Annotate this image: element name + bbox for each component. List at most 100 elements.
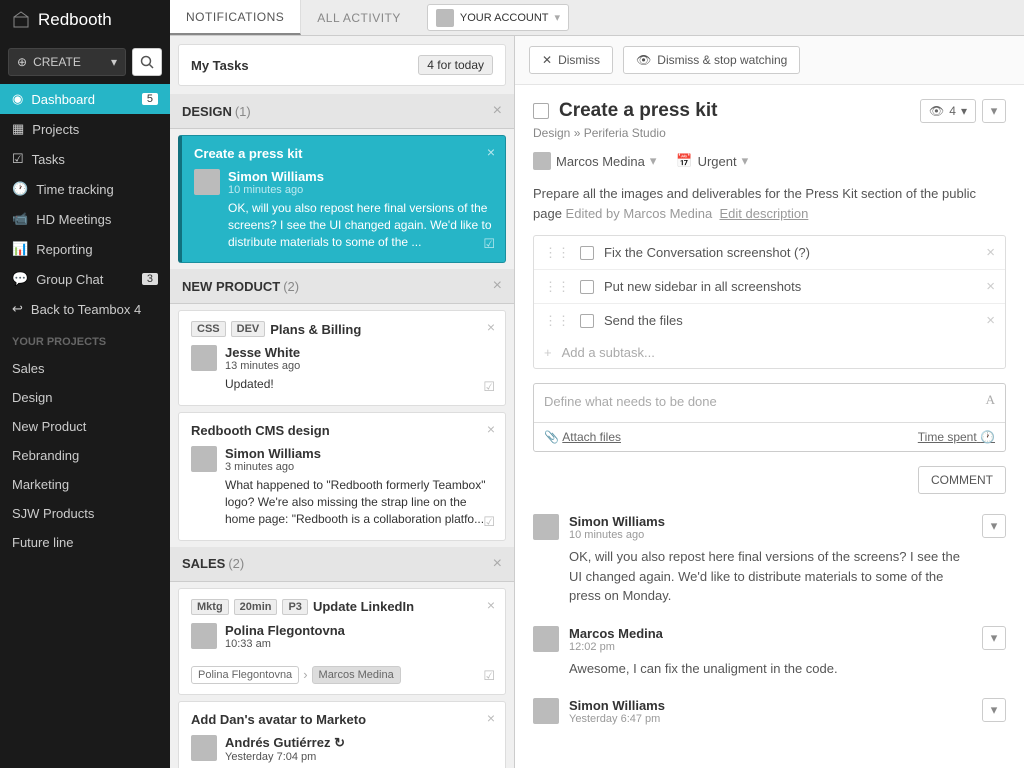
comment-time: Yesterday 6:47 pm xyxy=(569,713,972,725)
group-name: NEW PRODUCT xyxy=(182,279,280,294)
comment-input[interactable]: Define what needs to be done xyxy=(534,384,1005,422)
message-preview: OK, will you also repost here final vers… xyxy=(228,200,493,250)
avatar xyxy=(191,623,217,649)
comment-text: Awesome, I can fix the unaligment in the… xyxy=(569,659,972,679)
sidebar-item-dashboard[interactable]: ◉Dashboard5 xyxy=(0,84,170,114)
comment-author: Marcos Medina xyxy=(569,626,972,641)
comment-more-button[interactable]: ▾ xyxy=(982,514,1006,538)
author-name: Simon Williams xyxy=(225,446,493,461)
timestamp: Yesterday 7:04 pm xyxy=(225,751,493,763)
close-icon[interactable]: × xyxy=(493,277,502,295)
more-button[interactable]: ▾ xyxy=(982,99,1006,123)
delete-icon[interactable]: × xyxy=(986,312,995,329)
sidebar-item-projects[interactable]: ▦Projects xyxy=(0,114,170,144)
nav-label: Projects xyxy=(32,122,79,137)
comment-more-button[interactable]: ▾ xyxy=(982,626,1006,650)
close-icon[interactable]: × xyxy=(487,421,495,437)
sidebar-item-back-to-teambox-4[interactable]: ↩Back to Teambox 4 xyxy=(0,294,170,324)
comment-more-button[interactable]: ▾ xyxy=(982,698,1006,722)
close-icon[interactable]: × xyxy=(487,319,495,335)
description: Prepare all the images and deliverables … xyxy=(515,184,1024,235)
sidebar-item-group-chat[interactable]: 💬Group Chat3 xyxy=(0,264,170,294)
avatar xyxy=(533,626,559,652)
project-future-line[interactable]: Future line xyxy=(0,528,170,557)
close-icon[interactable]: × xyxy=(487,710,495,726)
tab-all-activity[interactable]: ALL ACTIVITY xyxy=(301,0,417,35)
task-card[interactable]: × Create a press kit Simon Williams 10 m… xyxy=(178,135,506,263)
sidebar-item-reporting[interactable]: 📊Reporting xyxy=(0,234,170,264)
breadcrumb-list[interactable]: Periferia Studio xyxy=(584,126,666,140)
sidebar-item-tasks[interactable]: ☑Tasks xyxy=(0,144,170,174)
close-icon[interactable]: × xyxy=(487,597,495,613)
sidebar-item-time-tracking[interactable]: 🕐Time tracking xyxy=(0,174,170,204)
sidebar-item-hd-meetings[interactable]: 📹HD Meetings xyxy=(0,204,170,234)
breadcrumb: Design » Periferia Studio xyxy=(533,126,1006,140)
project-design[interactable]: Design xyxy=(0,383,170,412)
subtask-text[interactable]: Fix the Conversation screenshot (?) xyxy=(604,245,976,260)
delete-icon[interactable]: × xyxy=(986,244,995,261)
tag: P3 xyxy=(282,599,307,615)
nav-label: Dashboard xyxy=(31,92,95,107)
dismiss-button[interactable]: ✕Dismiss xyxy=(529,46,613,74)
assignee-dropdown[interactable]: Marcos Medina ▾ xyxy=(533,152,656,170)
project-sjw-products[interactable]: SJW Products xyxy=(0,499,170,528)
task-card[interactable]: × Mktg20minP3Update LinkedIn Polina Fleg… xyxy=(178,588,506,695)
my-tasks-header[interactable]: My Tasks 4 for today xyxy=(178,44,506,86)
task-checkbox[interactable] xyxy=(533,103,549,119)
avatar xyxy=(533,152,551,170)
drag-handle-icon[interactable]: ⋮⋮ xyxy=(544,313,570,329)
badge: 3 xyxy=(142,273,158,285)
check-icon: ☑ xyxy=(483,668,495,684)
subtask-checkbox[interactable] xyxy=(580,280,594,294)
project-rebranding[interactable]: Rebranding xyxy=(0,441,170,470)
subtask-checkbox[interactable] xyxy=(580,314,594,328)
comment-author: Simon Williams xyxy=(569,514,972,529)
message-preview: What happened to "Redbooth formerly Team… xyxy=(225,477,493,527)
task-card[interactable]: × CSSDEVPlans & Billing Jesse White 13 m… xyxy=(178,310,506,406)
caret-down-icon: ▾ xyxy=(650,153,657,169)
close-icon[interactable]: × xyxy=(487,144,495,160)
subtask-row: ⋮⋮ Send the files × xyxy=(534,304,1005,337)
avatar xyxy=(533,698,559,724)
caret-down-icon: ▾ xyxy=(961,104,967,118)
project-marketing[interactable]: Marketing xyxy=(0,470,170,499)
projects-header: YOUR PROJECTS xyxy=(0,324,170,354)
assignee-chips: Polina Flegontovna›Marcos Medina xyxy=(179,662,505,694)
task-card[interactable]: × Add Dan's avatar to Marketo Andrés Gut… xyxy=(178,701,506,768)
dismiss-stop-button[interactable]: 👁Dismiss & stop watching xyxy=(623,46,800,74)
subtask-text[interactable]: Send the files xyxy=(604,313,976,328)
comment: Simon Williams Yesterday 6:47 pm ▾ xyxy=(515,688,1024,735)
dismiss-label: Dismiss xyxy=(558,53,600,67)
edit-description-link[interactable]: Edit description xyxy=(719,206,808,221)
watchers-button[interactable]: 👁4▾ xyxy=(920,99,976,123)
time-spent-link[interactable]: Time spent 🕐 xyxy=(918,430,995,444)
priority-dropdown[interactable]: 📅Urgent▾ xyxy=(676,153,748,169)
assignee-name: Marcos Medina xyxy=(556,154,645,169)
project-sales[interactable]: Sales xyxy=(0,354,170,383)
clock-icon: 🕐 xyxy=(980,430,995,444)
project-new-product[interactable]: New Product xyxy=(0,412,170,441)
account-menu[interactable]: YOUR ACCOUNT ▾ xyxy=(427,4,569,31)
attach-files-link[interactable]: Attach files xyxy=(562,430,621,444)
tab-notifications[interactable]: NOTIFICATIONS xyxy=(170,0,301,35)
caret-down-icon: ▾ xyxy=(991,103,998,119)
subtask-checkbox[interactable] xyxy=(580,246,594,260)
drag-handle-icon[interactable]: ⋮⋮ xyxy=(544,245,570,261)
delete-icon[interactable]: × xyxy=(986,278,995,295)
subtask-text[interactable]: Put new sidebar in all screenshots xyxy=(604,279,976,294)
create-button[interactable]: ⊕ CREATE ▾ xyxy=(8,48,126,76)
avatar xyxy=(194,169,220,195)
arrow-icon: › xyxy=(303,667,307,682)
drag-handle-icon[interactable]: ⋮⋮ xyxy=(544,279,570,295)
plus-icon: + xyxy=(544,345,552,360)
search-button[interactable] xyxy=(132,48,162,76)
close-icon[interactable]: × xyxy=(493,555,502,573)
comment-button[interactable]: COMMENT xyxy=(918,466,1006,494)
format-icon[interactable]: A xyxy=(986,392,995,408)
task-card[interactable]: × Redbooth CMS design Simon Williams 3 m… xyxy=(178,412,506,540)
nav-label: Reporting xyxy=(36,242,92,257)
check-icon: ☑ xyxy=(483,514,495,530)
add-subtask[interactable]: + Add a subtask... xyxy=(534,337,1005,368)
breadcrumb-project[interactable]: Design xyxy=(533,126,570,140)
close-icon[interactable]: × xyxy=(493,102,502,120)
